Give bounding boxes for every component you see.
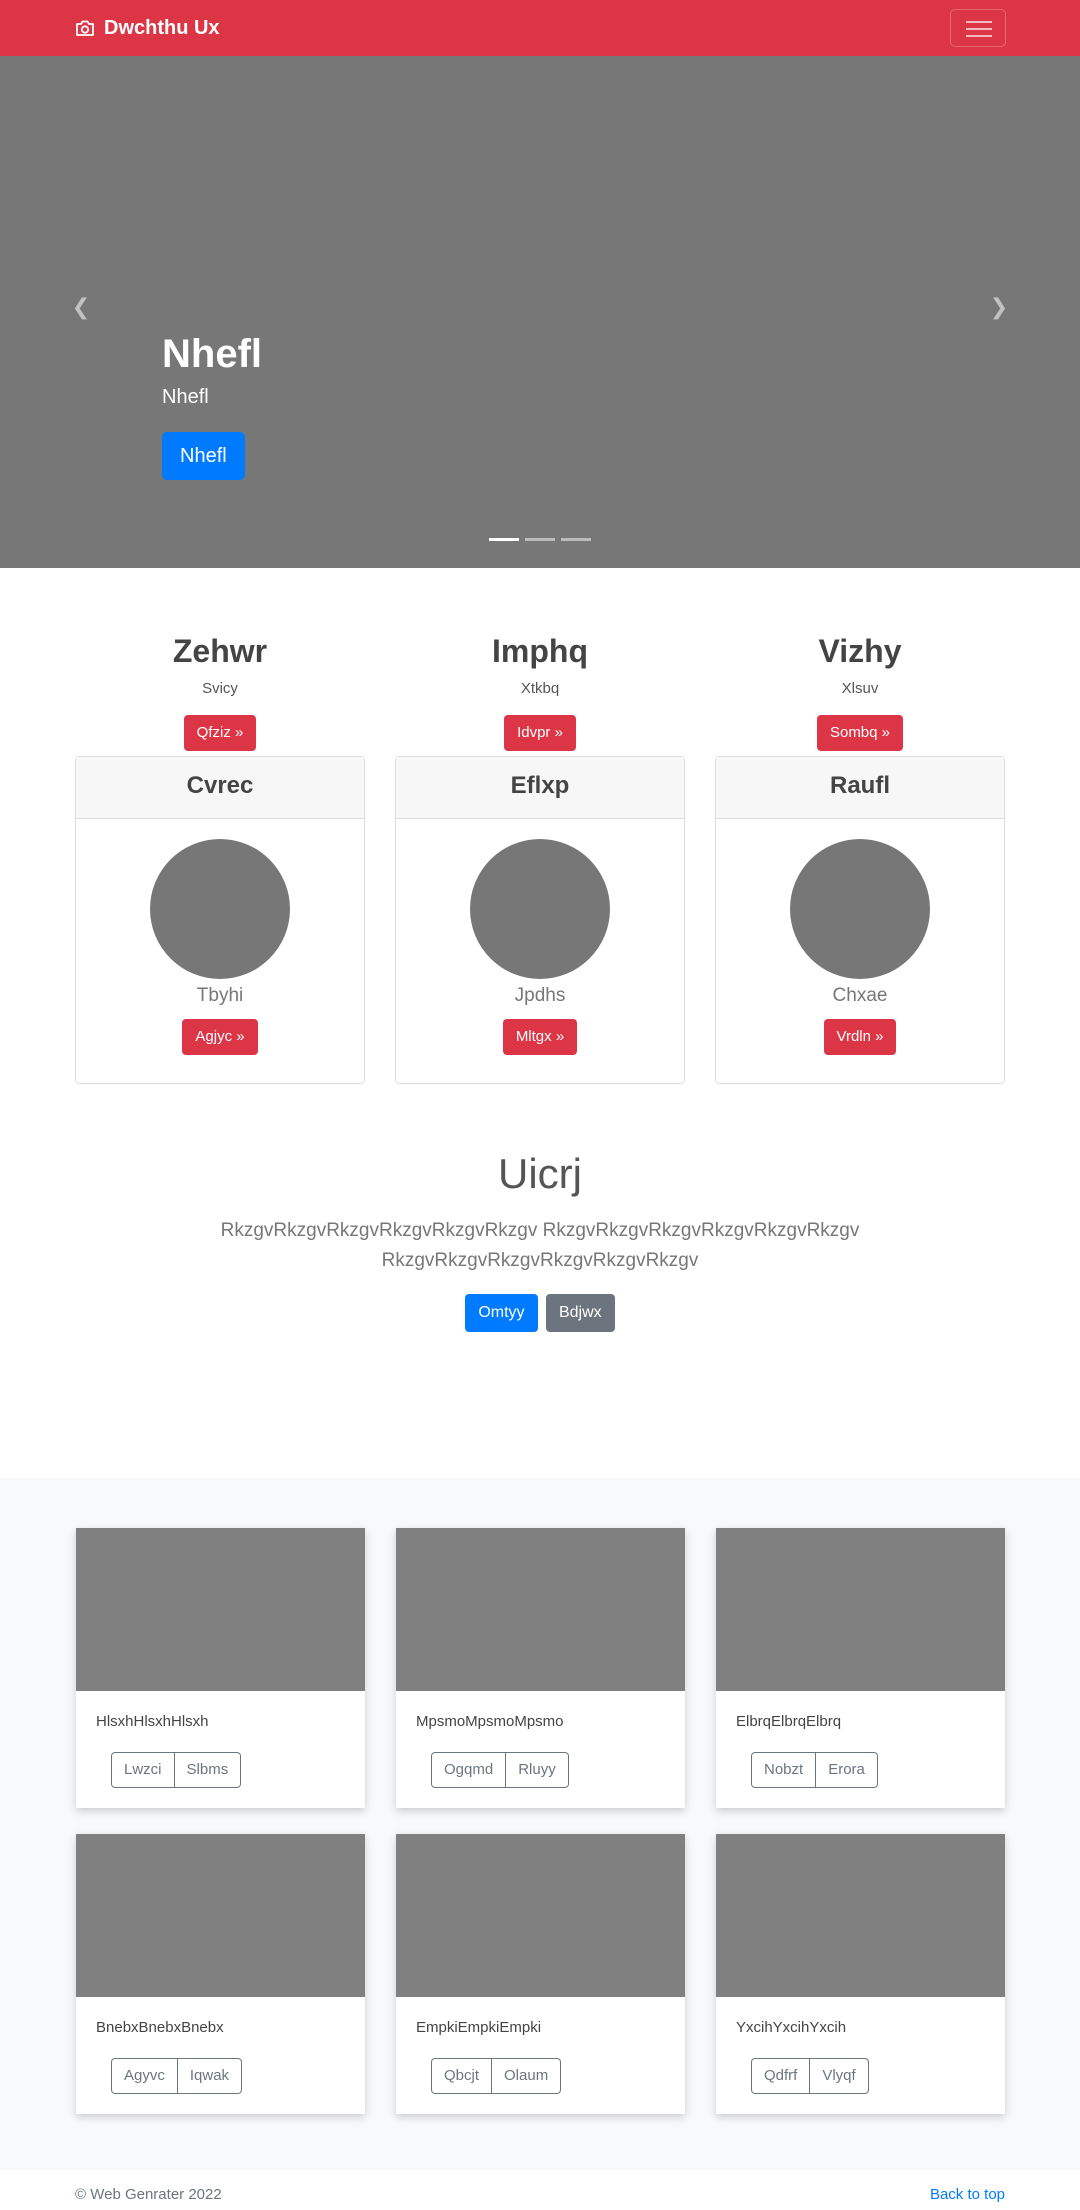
carousel-indicator[interactable] [561, 538, 591, 541]
profile-button[interactable]: Agjyc » [182, 1019, 258, 1055]
album-button[interactable]: Qdfrf [751, 2058, 811, 2094]
feature-title: Imphq [492, 633, 588, 669]
jumbotron: Uicrj RkzgvRkzgvRkzgvRkzgvRkzgvRkzgv Rkz… [0, 1150, 1080, 1332]
album-section: HlsxhHlsxhHlsxh Lwzci Slbms MpsmoMpsmoMp… [0, 1478, 1080, 2170]
jumbotron-title: Uicrj [498, 1150, 582, 1197]
album-button[interactable]: Erora [816, 1752, 878, 1788]
primary-button[interactable]: Omtyy [465, 1294, 538, 1332]
album-card-title: YxcihYxcihYxcih [736, 2019, 847, 2036]
hero-subtitle: Nhefl [162, 386, 209, 408]
feature-column: Zehwr Svicy Qfziz » [75, 632, 365, 752]
album-button[interactable]: Rluyy [506, 1752, 569, 1788]
album-card: EmpkiEmpkiEmpki Qbcjt Olaum [396, 1834, 685, 2114]
card-header: Cvrec [76, 757, 364, 819]
footer: © Web Genrater 2022 Back to top [0, 2186, 1080, 2210]
album-button[interactable]: Agyvc [111, 2058, 178, 2094]
profile-card: Raufl Chxae Vrdln » [715, 756, 1005, 1084]
secondary-button[interactable]: Bdjwx [545, 1294, 615, 1332]
card-header: Eflxp [396, 757, 684, 819]
album-card: ElbrqElbrqElbrq Nobzt Erora [716, 1528, 1005, 1808]
hero-title: Nhefl [162, 332, 262, 376]
feature-button[interactable]: Qfziz » [183, 715, 257, 752]
profile-name: Jpdhs [514, 985, 566, 1006]
hamburger-icon [966, 21, 992, 23]
button-group: Ogqmd Rluyy [431, 1752, 569, 1788]
profile-name: Tbyhi [196, 985, 244, 1006]
chevron-left-icon[interactable]: ❮ [69, 296, 93, 320]
camera-icon [76, 20, 94, 36]
menu-toggle-button[interactable] [950, 9, 1006, 47]
thumbnail-image [716, 1528, 1005, 1691]
thumbnail-image [76, 1528, 365, 1691]
carousel-indicator[interactable] [525, 538, 555, 541]
album-card-title: MpsmoMpsmoMpsmo [416, 1713, 564, 1730]
album-card: YxcihYxcihYxcih Qdfrf Vlyqf [716, 1834, 1005, 2114]
jumbotron-text: RkzgvRkzgvRkzgvRkzgvRkzgvRkzgv RkzgvRkzg… [220, 1220, 860, 1271]
album-button[interactable]: Ogqmd [431, 1752, 507, 1788]
album-card: HlsxhHlsxhHlsxh Lwzci Slbms [76, 1528, 365, 1808]
brand-text: Dwchthu Ux [104, 16, 220, 39]
profile-button[interactable]: Vrdln » [823, 1019, 897, 1055]
thumbnail-image [396, 1528, 685, 1691]
profile-name: Chxae [832, 985, 888, 1006]
carousel-indicators [489, 538, 591, 541]
avatar [150, 839, 290, 979]
feature-button[interactable]: Sombq » [816, 715, 904, 752]
feature-title: Zehwr [172, 633, 268, 669]
album-button[interactable]: Nobzt [751, 1752, 817, 1788]
feature-text: Xlsuv [841, 680, 879, 698]
feature-column: Imphq Xtkbq Idvpr » [395, 632, 685, 752]
profile-button[interactable]: Mltgx » [502, 1019, 578, 1055]
album-button[interactable]: Lwzci [111, 1752, 175, 1788]
button-group: Nobzt Erora [751, 1752, 878, 1788]
avatar [790, 839, 930, 979]
chevron-right-icon[interactable]: ❯ [987, 296, 1011, 320]
button-group: Qbcjt Olaum [431, 2058, 562, 2094]
feature-button[interactable]: Idvpr » [504, 715, 576, 752]
thumbnail-image [76, 1834, 365, 1997]
feature-text: Xtkbq [520, 680, 560, 698]
feature-column: Vizhy Xlsuv Sombq » [715, 632, 1005, 752]
thumbnail-image [716, 1834, 1005, 1997]
brand-link[interactable]: Dwchthu Ux [75, 16, 220, 40]
carousel-indicator[interactable] [489, 538, 519, 541]
feature-title: Vizhy [818, 633, 902, 669]
copyright-text: © Web Genrater 2022 [75, 2186, 222, 2203]
hamburger-icon-bar [966, 28, 992, 30]
album-card: BnebxBnebxBnebx Agyvc Iqwak [76, 1834, 365, 2114]
button-group: Lwzci Slbms [111, 1752, 242, 1788]
album-button[interactable]: Qbcjt [431, 2058, 493, 2094]
album-card: MpsmoMpsmoMpsmo Ogqmd Rluyy [396, 1528, 685, 1808]
album-card-title: BnebxBnebxBnebx [96, 2019, 224, 2036]
profile-card: Cvrec Tbyhi Agjyc » [75, 756, 365, 1084]
button-group: Agyvc Iqwak [111, 2058, 243, 2094]
hero-button[interactable]: Nhefl [162, 432, 245, 480]
navbar: Dwchthu Ux [0, 0, 1080, 56]
avatar [470, 839, 610, 979]
thumbnail-image [396, 1834, 685, 1997]
card-header: Raufl [716, 757, 1004, 819]
album-button[interactable]: Vlyqf [810, 2058, 869, 2094]
album-button[interactable]: Iqwak [177, 2058, 243, 2094]
hamburger-icon-bar [966, 35, 992, 37]
button-group: Qdfrf Vlyqf [751, 2058, 869, 2094]
feature-text: Svicy [202, 680, 238, 698]
back-to-top-link[interactable]: Back to top [930, 2186, 1005, 2203]
hero-carousel: ❮ ❯ Nhefl Nhefl Nhefl [0, 56, 1080, 568]
album-card-title: ElbrqElbrqElbrq [736, 1713, 842, 1730]
album-button[interactable]: Olaum [492, 2058, 562, 2094]
album-button[interactable]: Slbms [174, 1752, 242, 1788]
profile-card: Eflxp Jpdhs Mltgx » [395, 756, 685, 1084]
album-card-title: HlsxhHlsxhHlsxh [96, 1713, 209, 1730]
album-card-title: EmpkiEmpkiEmpki [416, 2019, 542, 2036]
